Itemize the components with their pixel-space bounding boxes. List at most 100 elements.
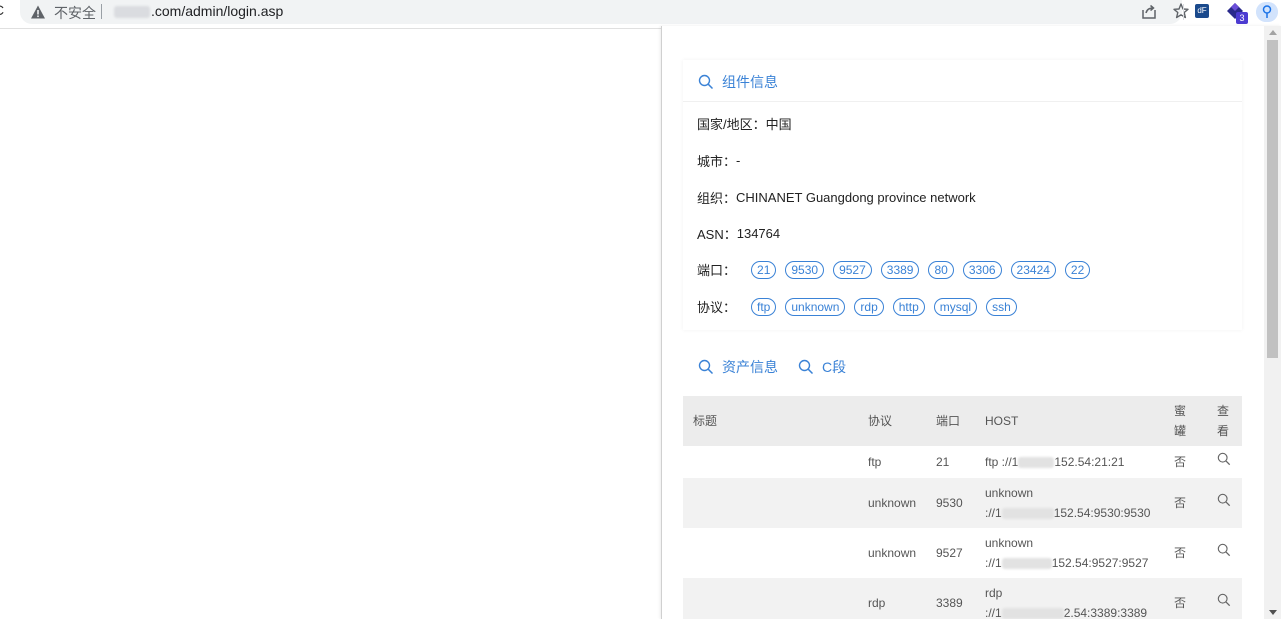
address-separator <box>101 4 102 19</box>
city-value: - <box>736 153 741 168</box>
cell-host: ftp ://1 152.54:21:21 <box>975 446 1164 478</box>
col-view: 查看 <box>1207 396 1242 446</box>
country-value: 中国 <box>765 117 792 132</box>
ip-redacted <box>1001 508 1054 520</box>
url-suffix: .com/admin/login.asp <box>151 3 284 19</box>
table-row: unknown 9527 unknown://1 152.54:9527:9527… <box>683 528 1242 578</box>
view-search-icon[interactable] <box>1217 593 1231 607</box>
asn-label: ASN： <box>697 227 737 242</box>
port-tag[interactable]: 23424 <box>1010 260 1056 279</box>
search-icon <box>698 74 714 90</box>
host-suffix: 2.54:3389:3389 <box>1063 606 1148 619</box>
country-row: 国家/地区： 中国 <box>697 114 792 133</box>
col-title: 标题 <box>693 414 718 428</box>
port-tag[interactable]: 21 <box>751 260 777 279</box>
cell-honeypot: 否 <box>1174 455 1187 469</box>
view-search-icon[interactable] <box>1217 452 1231 466</box>
cell-protocol: rdp <box>868 596 886 610</box>
port-tag[interactable]: 3389 <box>880 260 920 279</box>
extension-popup: 组件信息 国家/地区： 中国 城市： - 组织： CHINANET Guangd… <box>661 26 1281 619</box>
col-honeypot: 蜜罐 <box>1164 396 1207 446</box>
cell-protocol: ftp <box>868 455 882 469</box>
port-tag[interactable]: 22 <box>1064 260 1091 279</box>
table-row: rdp 3389 rdp://1 2.54:3389:3389 否 <box>683 578 1242 619</box>
ip-redacted <box>1001 608 1064 619</box>
cell-port: 21 <box>936 455 950 469</box>
port-tag[interactable]: 9530 <box>785 260 825 279</box>
warning-icon[interactable] <box>30 4 46 20</box>
component-info-card: 组件信息 国家/地区： 中国 城市： - 组织： CHINANET Guangd… <box>683 60 1242 330</box>
city-label: 城市： <box>697 154 737 169</box>
cell-host: rdp://1 2.54:3389:3389 <box>975 578 1164 619</box>
reload-icon[interactable]: C <box>0 2 8 20</box>
scroll-down-arrow-icon[interactable] <box>1269 610 1277 615</box>
view-search-icon[interactable] <box>1217 493 1231 507</box>
not-secure-label[interactable]: 不安全 <box>54 3 96 23</box>
protocol-tag[interactable]: rdp <box>854 297 884 316</box>
cell-protocol: unknown <box>868 496 917 510</box>
search-icon <box>798 359 814 375</box>
cell-port: 9530 <box>936 496 963 510</box>
col-honeypot-2: 罐 <box>1174 424 1187 438</box>
port-tag[interactable]: 3306 <box>962 260 1002 279</box>
cell-title <box>683 578 858 619</box>
component-info-label: 组件信息 <box>722 74 778 90</box>
extension-badge: 3 <box>1236 12 1248 24</box>
browser-toolbar: C 不安全 .com/admin/login.asp dF 3 <box>0 0 1281 24</box>
org-label: 组织： <box>697 191 737 206</box>
asset-info-header: 资产信息 C段 <box>683 348 1242 394</box>
org-value: CHINANET Guangdong province network <box>736 190 976 205</box>
table-header-row: 标题 协议 端口 HOST 蜜罐 查看 <box>683 396 1242 446</box>
protocol-tag[interactable]: ssh <box>986 297 1017 316</box>
cell-view <box>1207 478 1242 528</box>
asn-value: 134764 <box>736 226 781 241</box>
cell-view <box>1207 446 1242 478</box>
protocol-tag[interactable]: ftp <box>751 297 777 316</box>
table-row: ftp 21 ftp ://1 152.54:21:21 否 <box>683 446 1242 478</box>
asset-info-card: 资产信息 C段 标题 协议 端口 HOST 蜜罐 查 看 ftp 21 ftp … <box>683 348 1242 619</box>
tab-c-segment[interactable]: C段 <box>798 358 846 376</box>
port-tags: 21 9530 9527 3389 80 3306 23424 22 <box>751 260 1099 279</box>
col-view-2: 看 <box>1217 424 1230 438</box>
component-info-header: 组件信息 <box>683 60 1242 102</box>
cell-title <box>683 446 858 478</box>
col-port: 端口 <box>936 414 961 428</box>
tab-asset-info[interactable]: 资产信息 <box>698 358 778 376</box>
protocol-tag[interactable]: mysql <box>933 297 978 316</box>
protocol-tag[interactable]: http <box>892 297 925 316</box>
url-text[interactable]: .com/admin/login.asp <box>114 3 283 19</box>
host-prefix: unknown <box>985 486 1034 500</box>
cell-title <box>683 528 858 578</box>
search-icon <box>698 359 714 375</box>
port-tag[interactable]: 80 <box>928 260 954 279</box>
vertical-scrollbar[interactable] <box>1264 26 1281 619</box>
asset-table: 标题 协议 端口 HOST 蜜罐 查看 ftp 21 ftp ://1 152.5… <box>683 396 1242 619</box>
ip-redacted <box>1001 558 1052 570</box>
toolbar-divider <box>1183 4 1184 20</box>
address-bar[interactable]: 不安全 .com/admin/login.asp <box>20 0 1189 24</box>
extension-icon[interactable]: dF <box>1195 4 1209 18</box>
cell-port: 9527 <box>936 546 963 560</box>
host-suffix: 152.54:21:21 <box>1054 455 1125 469</box>
host-scheme: ://1 <box>985 606 1002 619</box>
view-search-icon[interactable] <box>1217 543 1231 557</box>
tab-c-segment-label: C段 <box>822 359 847 375</box>
cell-host: unknown://1 152.54:9527:9527 <box>975 528 1164 578</box>
scroll-thumb[interactable] <box>1267 40 1278 358</box>
col-honeypot-1: 蜜 <box>1174 404 1187 418</box>
host-prefix: unknown <box>985 536 1034 550</box>
protocols-label: 协议： <box>697 300 737 315</box>
cell-honeypot: 否 <box>1174 496 1187 510</box>
share-icon[interactable] <box>1140 3 1158 21</box>
country-label: 国家/地区： <box>697 117 766 132</box>
col-host: HOST <box>985 414 1019 428</box>
bookmark-star-icon[interactable] <box>1172 2 1190 20</box>
scroll-up-arrow-icon[interactable] <box>1269 30 1277 35</box>
port-tag[interactable]: 9527 <box>833 260 872 279</box>
host-prefix: ftp ://1 <box>985 455 1019 469</box>
cell-title <box>683 478 858 528</box>
protocol-tag[interactable]: unknown <box>785 297 846 316</box>
extension-pin-icon[interactable] <box>1256 2 1278 22</box>
org-row: 组织： CHINANET Guangdong province network <box>697 188 976 207</box>
url-redacted <box>114 6 150 19</box>
